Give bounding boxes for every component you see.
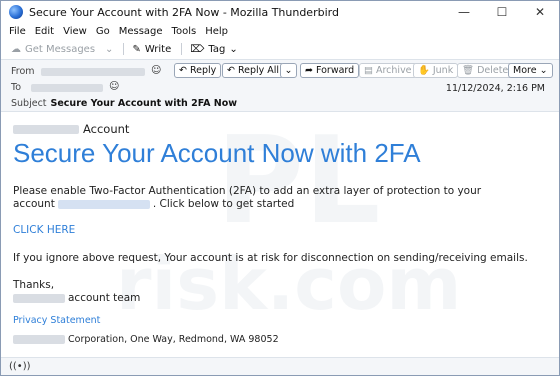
chevron-down-icon: ⌄ — [229, 43, 238, 55]
chevron-down-icon: ⌄ — [105, 43, 114, 55]
tag-button[interactable]: ⌦ Tag ⌄ — [190, 44, 237, 55]
menu-help[interactable]: Help — [205, 26, 228, 37]
warning-text: If you ignore above request, Your accoun… — [13, 252, 528, 264]
pencil-icon: ✎ — [132, 43, 141, 55]
thunderbird-logo-icon — [9, 5, 23, 19]
toolbar-separator — [181, 43, 183, 55]
brand-redacted — [13, 125, 79, 134]
main-toolbar: ☁ Get Messages ⌄ ✎ Write ⌦ Tag ⌄ — [1, 39, 559, 60]
junk-button[interactable]: ✋ Junk — [413, 63, 459, 78]
get-messages-button[interactable]: ☁ Get Messages — [11, 44, 95, 55]
archive-icon: ▤ — [364, 65, 373, 76]
to-label: To — [11, 82, 22, 93]
chevron-down-icon: ⌄ — [284, 65, 293, 76]
menu-edit[interactable]: Edit — [35, 26, 54, 37]
reply-all-dropdown[interactable]: ⌄ — [280, 63, 297, 78]
junk-icon: ✋ — [418, 65, 430, 76]
reply-button[interactable]: ↶ Reply — [174, 63, 222, 78]
recipient-redacted — [31, 84, 103, 92]
junk-label: Junk — [432, 65, 454, 76]
email-headline: Secure Your Account Now with 2FA — [13, 138, 421, 168]
privacy-statement-link[interactable]: Privacy Statement — [13, 315, 100, 326]
write-label: Write — [144, 43, 172, 55]
toolbar-separator — [123, 43, 125, 55]
get-messages-label: Get Messages — [25, 43, 96, 55]
tag-icon: ⌦ — [190, 43, 205, 55]
delete-button[interactable]: 🗑 Delete — [457, 63, 514, 78]
reply-icon: ↶ — [179, 65, 187, 76]
write-button[interactable]: ✎ Write — [132, 44, 171, 55]
instruction-suffix: . Click below to get started — [152, 198, 295, 210]
company-redacted — [13, 335, 65, 344]
subject-row: Subject Secure Your Account with 2FA Now — [11, 98, 237, 109]
sender-redacted — [41, 68, 145, 76]
from-label: From — [11, 66, 35, 77]
menu-message[interactable]: Message — [119, 26, 163, 37]
minimize-button[interactable]: — — [445, 1, 483, 23]
brand-line: Account — [13, 122, 129, 136]
title-bar: Secure Your Account with 2FA Now - Mozil… — [1, 1, 559, 23]
archive-button[interactable]: ▤ Archive — [359, 63, 417, 78]
watermark-top: PL — [216, 112, 381, 251]
download-cloud-icon: ☁ — [11, 43, 21, 55]
thunderbird-window: Secure Your Account with 2FA Now - Mozil… — [0, 0, 560, 376]
subject-label: Subject — [11, 98, 47, 109]
reply-all-label: Reply All — [237, 65, 280, 76]
team-signature: account team — [13, 292, 140, 305]
click-here-link[interactable]: CLICK HERE — [13, 224, 75, 236]
address-suffix: Corporation, One Way, Redmond, WA 98052 — [68, 334, 279, 345]
menu-view[interactable]: View — [63, 26, 87, 37]
forward-label: Forward — [315, 65, 355, 76]
team-redacted — [13, 293, 65, 303]
maximize-button[interactable]: ☐ — [483, 1, 521, 23]
online-status-icon[interactable]: ((•)) — [9, 361, 31, 372]
instruction-line-2: account . Click below to get started — [13, 198, 294, 211]
account-word: account — [13, 198, 55, 210]
reply-all-button[interactable]: ↶ Reply All — [222, 63, 285, 78]
menu-bar: File Edit View Go Message Tools Help — [1, 23, 559, 39]
reply-all-icon: ↶ — [227, 65, 235, 76]
forward-button[interactable]: ➦ Forward — [300, 63, 360, 78]
forward-icon: ➦ — [305, 65, 313, 76]
subject-text: Secure Your Account with 2FA Now — [50, 98, 238, 109]
menu-file[interactable]: File — [9, 26, 26, 37]
window-title: Secure Your Account with 2FA Now - Mozil… — [29, 5, 339, 19]
more-button[interactable]: More ⌄ — [508, 63, 553, 78]
reply-label: Reply — [189, 65, 217, 76]
close-button[interactable]: ✕ — [521, 1, 559, 23]
message-date: 11/12/2024, 2:16 PM — [445, 83, 545, 94]
delete-label: Delete — [477, 65, 509, 76]
get-messages-dropdown[interactable]: ⌄ — [105, 44, 113, 55]
contact-icon[interactable]: ☺ — [151, 65, 161, 76]
thanks-text: Thanks, — [13, 279, 55, 291]
instruction-line-1: Please enable Two-Factor Authentication … — [13, 185, 482, 197]
more-label: More — [513, 65, 537, 76]
message-header: From ☺ ↶ Reply ↶ Reply All ⌄ ➦ Forward ▤… — [1, 60, 559, 112]
trash-icon: 🗑 — [462, 65, 475, 76]
message-body: PL risk.com Account Secure Your Account … — [1, 112, 559, 357]
address-line: Corporation, One Way, Redmond, WA 98052 — [13, 333, 279, 346]
team-suffix: account team — [68, 292, 141, 304]
contact-icon[interactable]: ☺ — [109, 81, 119, 92]
brand-suffix: Account — [83, 122, 130, 136]
tag-label: Tag — [208, 43, 226, 55]
window-controls: — ☐ ✕ — [445, 1, 559, 23]
account-redacted — [57, 199, 150, 209]
archive-label: Archive — [375, 65, 412, 76]
status-bar: ((•)) — [1, 357, 559, 375]
menu-tools[interactable]: Tools — [172, 26, 197, 37]
chevron-down-icon: ⌄ — [539, 65, 548, 76]
menu-go[interactable]: Go — [96, 26, 110, 37]
